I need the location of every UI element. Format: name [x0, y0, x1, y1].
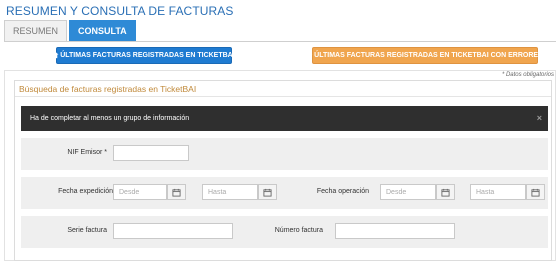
upload-icon: ⬆: [307, 52, 314, 60]
tab-consulta[interactable]: CONSULTA: [69, 20, 136, 41]
fecha-expedicion-desde-input[interactable]: Desde: [113, 184, 167, 200]
page-title: RESUMEN Y CONSULTA DE FACTURAS: [6, 4, 234, 18]
serie-factura-label: Serie factura: [67, 227, 107, 234]
calendar-icon[interactable]: [436, 184, 455, 200]
error-invoices-button[interactable]: ⬆ ÚLTIMAS FACTURAS REGISTRADAS EN TICKET…: [307, 47, 543, 64]
heading-divider: [15, 96, 551, 97]
serie-factura-input[interactable]: [113, 223, 233, 239]
search-panel-heading: Búsqueda de facturas registradas en Tick…: [19, 84, 197, 94]
numero-factura-label: Número factura: [274, 227, 323, 234]
fecha-operacion-label: Fecha operación: [316, 188, 369, 195]
registered-invoices-label: ÚLTIMAS FACTURAS REGISTRADAS EN TICKETBA…: [60, 52, 235, 59]
invoice-number-row: Serie factura Número factura: [21, 216, 548, 248]
validation-alert: Ha de completar al menos un grupo de inf…: [21, 106, 548, 131]
calendar-icon[interactable]: [258, 184, 277, 200]
fecha-expedicion-hasta-input[interactable]: Hasta: [202, 184, 258, 200]
upload-icon: ⬆: [53, 52, 60, 60]
numero-factura-input[interactable]: [335, 223, 455, 239]
nif-input[interactable]: [113, 145, 189, 161]
fecha-operacion-desde-input[interactable]: Desde: [380, 184, 436, 200]
nif-row: NIF Emisor *: [21, 138, 548, 170]
registered-invoices-button[interactable]: ⬆ ÚLTIMAS FACTURAS REGISTRADAS EN TICKET…: [53, 47, 235, 64]
close-icon[interactable]: ×: [537, 113, 542, 123]
calendar-icon[interactable]: [526, 184, 545, 200]
tab-divider: [4, 41, 556, 42]
tab-bar: RESUMEN CONSULTA: [4, 20, 136, 41]
error-invoices-label: ÚLTIMAS FACTURAS REGISTRADAS EN TICKETBA…: [314, 52, 543, 59]
fecha-expedicion-label: Fecha expedición: [58, 188, 113, 195]
dates-row: Fecha expedición Desde Hasta Fecha opera…: [21, 177, 548, 209]
alert-message: Ha de completar al menos un grupo de inf…: [30, 115, 190, 122]
fecha-operacion-hasta-input[interactable]: Hasta: [470, 184, 526, 200]
calendar-icon[interactable]: [167, 184, 186, 200]
nif-label: NIF Emisor *: [67, 149, 107, 156]
tab-resumen[interactable]: RESUMEN: [4, 20, 68, 41]
required-fields-note: * Datos obligatorios: [501, 72, 554, 78]
